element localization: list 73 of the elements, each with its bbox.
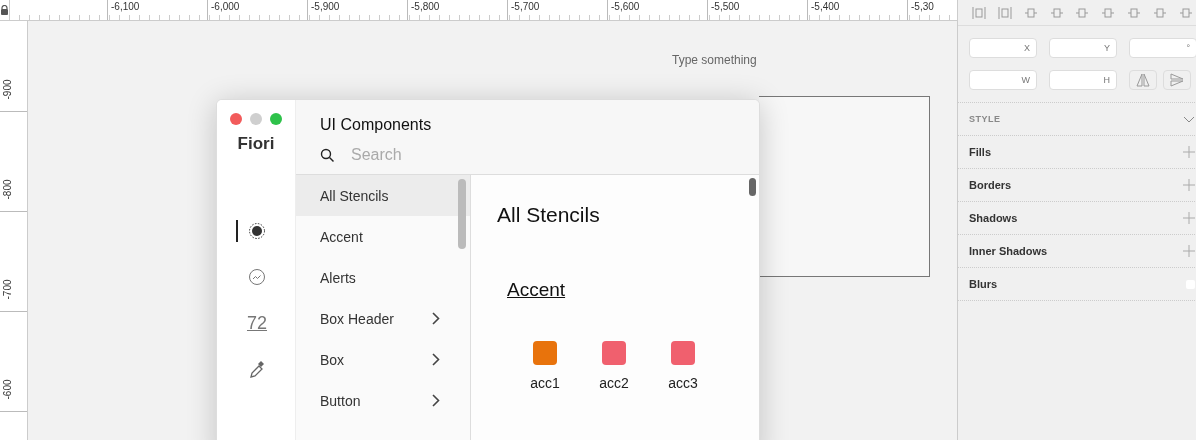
section-label: Inner Shadows <box>969 245 1048 257</box>
face-icon <box>248 268 266 286</box>
number-field[interactable]: H <box>1049 70 1117 90</box>
color-swatch[interactable] <box>671 341 695 365</box>
align-icon[interactable] <box>997 5 1012 20</box>
ruler-label: -6,100 <box>107 0 207 20</box>
flip-horizontal-icon <box>1136 73 1150 87</box>
color-swatch[interactable] <box>533 341 557 365</box>
number-field[interactable]: X <box>969 38 1037 58</box>
plus-icon[interactable] <box>1183 245 1195 257</box>
swatch-label: acc3 <box>668 375 698 391</box>
category-item[interactable]: All Stencils <box>296 175 470 216</box>
ruler-label: -6,000 <box>207 0 307 20</box>
chevron-icon <box>432 394 440 407</box>
category-item[interactable]: Box <box>296 339 470 380</box>
chevron-icon <box>432 312 440 325</box>
chevron-icon <box>432 353 440 366</box>
text-layer[interactable]: Type something <box>672 53 757 67</box>
category-item[interactable]: Box Header <box>296 298 470 339</box>
eyedropper-icon <box>248 359 266 379</box>
align-icon[interactable] <box>1178 5 1193 20</box>
group-heading[interactable]: Accent <box>507 279 566 301</box>
number-field[interactable]: W <box>969 70 1037 90</box>
flip-vertical-icon <box>1170 73 1184 87</box>
style-header: STYLE <box>969 114 1001 124</box>
window-title: UI Components <box>320 116 433 134</box>
search-icon <box>320 147 335 163</box>
category-item[interactable]: Accent <box>296 216 470 257</box>
number-field[interactable]: Y <box>1049 38 1117 58</box>
brand-title: Fiori <box>237 134 275 154</box>
ruler-label: -5,900 <box>307 0 407 20</box>
plus-icon[interactable] <box>1183 146 1195 158</box>
align-icon[interactable] <box>1075 5 1090 20</box>
search-field[interactable]: Search <box>349 145 653 165</box>
section-label: Blurs <box>969 278 998 290</box>
scrollbar[interactable] <box>458 179 466 249</box>
ruler-label: -5,400 <box>807 0 907 20</box>
flip-horizontal-button[interactable] <box>1129 70 1157 90</box>
ruler-label: -5,800 <box>407 0 507 20</box>
plus-icon[interactable] <box>1183 179 1195 191</box>
scrollbar[interactable] <box>749 178 756 196</box>
ruler-label: -5,500 <box>707 0 807 20</box>
sidebar-tab[interactable]: 72 <box>236 312 276 334</box>
category-item[interactable]: Alerts <box>296 257 470 298</box>
align-icon[interactable] <box>971 5 986 20</box>
color-dot-icon <box>248 222 266 240</box>
zoom-button[interactable] <box>270 113 282 125</box>
ruler-label: -5,600 <box>607 0 707 20</box>
ruler-label: -900 <box>1 78 13 102</box>
plus-icon[interactable] <box>1183 212 1195 224</box>
category-item[interactable]: Button <box>296 380 470 421</box>
lock-icon <box>0 5 9 15</box>
swatch-label: acc2 <box>599 375 629 391</box>
section-heading: All Stencils <box>497 203 600 227</box>
number-field[interactable]: ° <box>1129 38 1196 58</box>
ruler-label: -700 <box>1 278 13 302</box>
align-icon[interactable] <box>1101 5 1116 20</box>
color-swatch[interactable] <box>602 341 626 365</box>
close-button[interactable] <box>230 113 242 125</box>
align-icon[interactable] <box>1127 5 1142 20</box>
section-label: Borders <box>969 179 1012 191</box>
align-icon[interactable] <box>1153 5 1168 20</box>
flip-vertical-button[interactable] <box>1163 70 1191 90</box>
ruler-label: -600 <box>1 378 13 402</box>
minimize-button[interactable] <box>250 113 262 125</box>
align-icon[interactable] <box>1023 5 1038 20</box>
ruler-label: -5,700 <box>507 0 607 20</box>
section-label: Fills <box>969 146 991 158</box>
swatch-label: acc1 <box>530 375 560 391</box>
ruler-label: -800 <box>1 178 13 202</box>
chevron-down-icon[interactable] <box>1183 115 1195 123</box>
section-label: Shadows <box>969 212 1018 224</box>
align-icon[interactable] <box>1049 5 1064 20</box>
